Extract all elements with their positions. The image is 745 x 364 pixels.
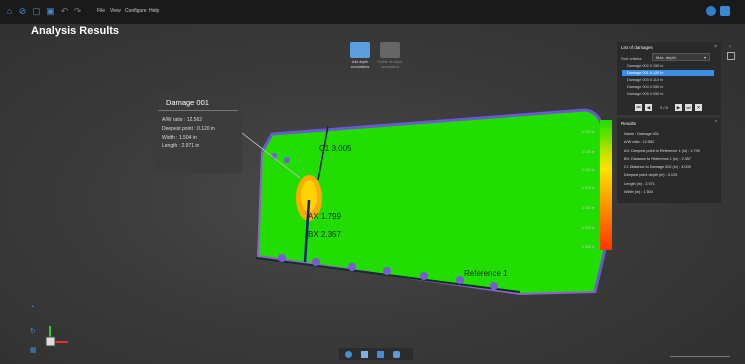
- sort-label: Sort criteria: [621, 56, 642, 61]
- window-icon[interactable]: [727, 52, 735, 60]
- delete-damage-button[interactable]: ✕: [695, 104, 702, 111]
- collapse-icon[interactable]: ^: [715, 120, 717, 126]
- scale-label: 0.000 in: [582, 245, 595, 249]
- damage-list-panel: List of damages × Sort criteria Max. dep…: [617, 42, 721, 115]
- info-width: Width : 1.504 in: [162, 134, 197, 141]
- surface-icon[interactable]: [361, 351, 368, 358]
- bx-label: BX 2.357: [308, 230, 341, 239]
- damage-list-item[interactable]: Damage 002 0.150 in: [622, 63, 714, 69]
- zoom-slider[interactable]: [670, 356, 730, 357]
- first-page-button[interactable]: ⏮: [635, 104, 642, 111]
- damage-list-item[interactable]: Damage 001 0.120 in: [622, 70, 714, 76]
- results-panel: Results ^ Name : Damage 001 A/W ratio : …: [617, 118, 721, 203]
- sort-select[interactable]: Max. depth ▾: [652, 53, 710, 61]
- scale-label: 0.100 in: [582, 168, 595, 172]
- scale-label: 0.150 in: [582, 130, 595, 134]
- eye-icon[interactable]: [345, 351, 352, 358]
- result-ax: AX: Deepest point to Reference 1 (in) : …: [624, 148, 700, 153]
- prev-page-button[interactable]: ◀: [645, 104, 652, 111]
- ax-label: AX 1.799: [308, 212, 341, 221]
- close-icon[interactable]: ×: [714, 44, 717, 50]
- result-bx: BX: Distance to Reference 1 (in) : 2.357: [624, 156, 692, 161]
- measure-icon[interactable]: [377, 351, 384, 358]
- result-aw-ratio: A/W ratio : 12.562: [624, 140, 655, 145]
- damage-info-card: Damage 001 A/W ratio : 12.562 Deepest po…: [154, 93, 242, 173]
- damage-list-item[interactable]: Damage 003 0.110 in: [622, 77, 714, 83]
- info-aw-ratio: A/W ratio : 12.562: [162, 117, 203, 123]
- c1-label: C1 3.005: [319, 144, 352, 153]
- chevron-down-icon: ▾: [703, 55, 706, 60]
- info-deepest-point: Deepest point : 0.120 in: [162, 125, 215, 132]
- reference-label: Reference 1: [464, 269, 508, 278]
- damage-list-item[interactable]: Damage 004 0.060 in: [622, 84, 714, 90]
- scale-label: 0.025 in: [582, 226, 595, 230]
- result-depth: Deepest point depth (in) : 0.120: [624, 173, 678, 178]
- result-c1: Cl: Distance to Damage 002 (in) : 3.005: [624, 165, 691, 170]
- scale-label: 0.050 in: [582, 206, 595, 210]
- app-window: ⌂ ⊘ ▢ ▣ ↶ ↷ File View Configure Help Ana…: [0, 0, 745, 364]
- info-length: Length : 2.971 in: [162, 143, 200, 150]
- depth-color-scale: [600, 120, 612, 250]
- scale-label: 0.125 in: [582, 150, 595, 154]
- axis-gizmo: [45, 326, 68, 347]
- bottom-toolbar: [339, 348, 413, 360]
- scale-label: 0.075 in: [582, 186, 595, 190]
- damage-info-title: Damage 001: [158, 93, 238, 111]
- result-length: Length (in) : 2.971: [624, 181, 655, 186]
- results-title: Results ^: [621, 120, 717, 126]
- page-indicator: 2 / 5: [660, 105, 668, 110]
- damage-list-item[interactable]: Damage 005 0.050 in: [622, 91, 714, 97]
- view-tool-icon[interactable]: ◔: [30, 304, 34, 311]
- camera-icon[interactable]: [393, 351, 400, 358]
- last-page-button[interactable]: ⏭: [685, 104, 692, 111]
- next-page-button[interactable]: ▶: [675, 104, 682, 111]
- collapse-panel-icon[interactable]: ›: [729, 44, 731, 50]
- result-width: Width (in) : 1.504: [624, 190, 653, 195]
- result-name: Name : Damage 001: [624, 132, 660, 136]
